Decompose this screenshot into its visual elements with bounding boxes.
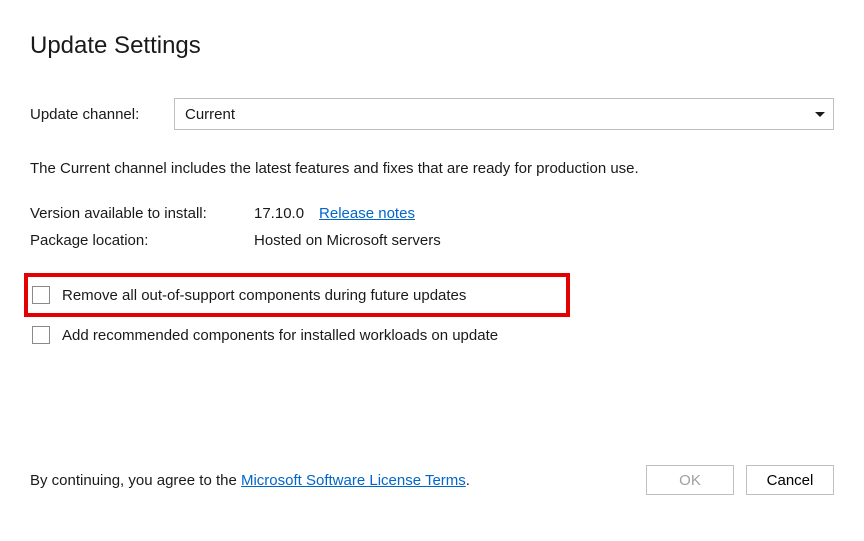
update-channel-label: Update channel: xyxy=(30,106,174,123)
update-channel-row: Update channel: Current xyxy=(30,98,834,130)
license-text: By continuing, you agree to the Microsof… xyxy=(30,472,470,489)
version-label: Version available to install: xyxy=(30,205,254,222)
remove-out-of-support-checkbox[interactable] xyxy=(32,286,50,304)
remove-out-of-support-label: Remove all out-of-support components dur… xyxy=(62,287,466,304)
add-recommended-row: Add recommended components for installed… xyxy=(30,317,834,353)
version-row: Version available to install: 17.10.0 Re… xyxy=(30,205,834,222)
button-group: OK Cancel xyxy=(646,465,834,495)
package-location-value: Hosted on Microsoft servers xyxy=(254,232,441,249)
release-notes-link[interactable]: Release notes xyxy=(319,205,415,222)
license-terms-link[interactable]: Microsoft Software License Terms xyxy=(241,472,466,489)
cancel-button[interactable]: Cancel xyxy=(746,465,834,495)
package-location-label: Package location: xyxy=(30,232,254,249)
update-channel-dropdown[interactable]: Current xyxy=(174,98,834,130)
chevron-down-icon xyxy=(815,112,825,117)
remove-out-of-support-row: Remove all out-of-support components dur… xyxy=(24,273,570,317)
ok-button[interactable]: OK xyxy=(646,465,734,495)
version-value: 17.10.0 xyxy=(254,205,304,222)
package-location-row: Package location: Hosted on Microsoft se… xyxy=(30,232,834,249)
add-recommended-label: Add recommended components for installed… xyxy=(62,327,498,344)
update-channel-selected: Current xyxy=(185,106,235,123)
channel-description: The Current channel includes the latest … xyxy=(30,160,834,177)
add-recommended-checkbox[interactable] xyxy=(32,326,50,344)
dialog-footer: By continuing, you agree to the Microsof… xyxy=(30,465,834,495)
page-title: Update Settings xyxy=(30,32,834,60)
